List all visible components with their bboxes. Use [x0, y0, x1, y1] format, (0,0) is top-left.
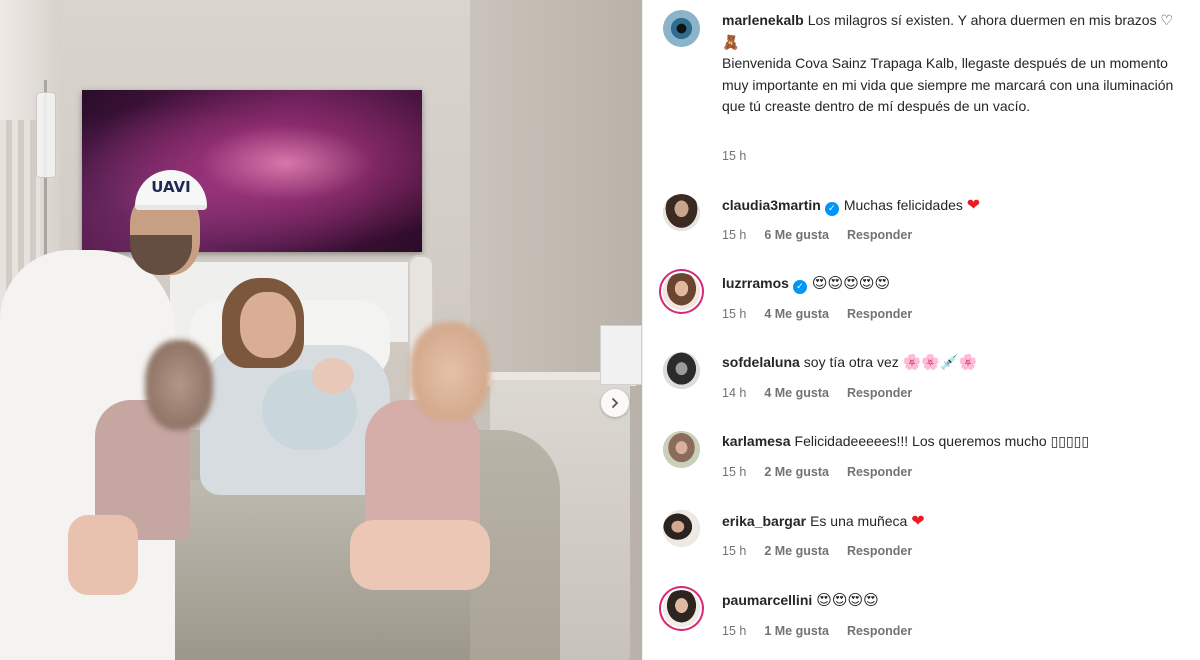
avatar[interactable] [663, 510, 700, 547]
cap-logo-text: UAVI [151, 178, 191, 196]
comment-text: Es una muñeca [810, 513, 908, 529]
avatar[interactable] [663, 194, 700, 231]
comment-username[interactable]: claudia3martin [722, 197, 821, 213]
comment-meta: 15 h 2 Me gusta Responder [722, 544, 930, 558]
comment-time: 15 h [722, 228, 747, 242]
avatar[interactable] [663, 273, 700, 310]
mother-face [240, 292, 296, 358]
chart-holder [600, 325, 642, 385]
comment-likes[interactable]: 1 Me gusta [764, 624, 829, 638]
avatar[interactable] [663, 431, 700, 468]
newborn-head [312, 358, 354, 394]
caption-line2: Bienvenida Cova Sainz Trapaga Kalb, lleg… [722, 55, 1174, 114]
caption-meta: 15 h [722, 149, 764, 163]
comment-meta: 15 h 4 Me gusta Responder [722, 307, 930, 321]
comment-meta: 15 h 2 Me gusta Responder [722, 465, 930, 479]
child-right-legs [350, 520, 490, 590]
comment-text: Felicidadeeeees!!! Los queremos mucho [794, 433, 1047, 449]
chevron-right-icon [612, 398, 619, 408]
comments-panel: marlenekalb Los milagros sí existen. Y ah… [642, 0, 1200, 660]
comment-text: Muchas felicidades [843, 197, 963, 213]
child-right-blurred-face [410, 322, 490, 422]
comment-likes[interactable]: 4 Me gusta [764, 307, 829, 321]
comment-likes[interactable]: 2 Me gusta [764, 544, 829, 558]
reply-button[interactable]: Responder [847, 624, 912, 638]
comment-text: soy tía otra vez [803, 354, 899, 370]
comment-username[interactable]: paumarcellini [722, 592, 812, 608]
caption-time: 15 h [722, 149, 747, 163]
caption-username[interactable]: marlenekalb [722, 12, 804, 28]
comment-time: 15 h [722, 544, 747, 558]
verified-badge-icon: ✓ [792, 280, 807, 294]
iv-bag [36, 92, 56, 178]
comment-time: 15 h [722, 624, 747, 638]
comment-username[interactable]: karlamesa [722, 433, 791, 449]
child-left-legs [68, 515, 138, 595]
verified-badge-icon: ✓ [824, 202, 839, 216]
comment-username[interactable]: sofdelaluna [722, 354, 800, 370]
comment-likes[interactable]: 2 Me gusta [764, 465, 829, 479]
comment-username[interactable]: erika_bargar [722, 513, 806, 529]
comment-time: 15 h [722, 465, 747, 479]
carousel-next-button[interactable] [601, 389, 629, 417]
avatar[interactable] [663, 590, 700, 627]
comment-likes[interactable]: 6 Me gusta [764, 228, 829, 242]
comment-time: 15 h [722, 307, 747, 321]
comment-time: 14 h [722, 386, 747, 400]
avatar[interactable] [663, 352, 700, 389]
child-left-blurred-face [145, 340, 213, 430]
comment-meta: 15 h 6 Me gusta Responder [722, 228, 930, 242]
post-photo: UAVI [0, 0, 642, 660]
heart-eyes-emoji: 😍😍😍😍 [816, 591, 879, 609]
heart-eyes-emoji: 😍😍😍😍😍 [811, 274, 891, 292]
reply-button[interactable]: Responder [847, 465, 912, 479]
reply-button[interactable]: Responder [847, 307, 912, 321]
heart-emoji: ❤ [911, 511, 925, 530]
flower-emoji: 🌸🌸💉🌸 [902, 353, 978, 371]
comment-likes[interactable]: 4 Me gusta [764, 386, 829, 400]
heart-emoji: ❤ [966, 195, 981, 214]
reply-button[interactable]: Responder [847, 228, 912, 242]
avatar[interactable] [663, 10, 700, 47]
reply-button[interactable]: Responder [847, 544, 912, 558]
comment-meta: 14 h 4 Me gusta Responder [722, 386, 930, 400]
reply-button[interactable]: Responder [847, 386, 912, 400]
comment-meta: 15 h 1 Me gusta Responder [722, 624, 930, 638]
missing-glyph-emoji: ▯▯▯▯▯ [1050, 433, 1090, 449]
comment-username[interactable]: luzrramos [722, 275, 789, 291]
